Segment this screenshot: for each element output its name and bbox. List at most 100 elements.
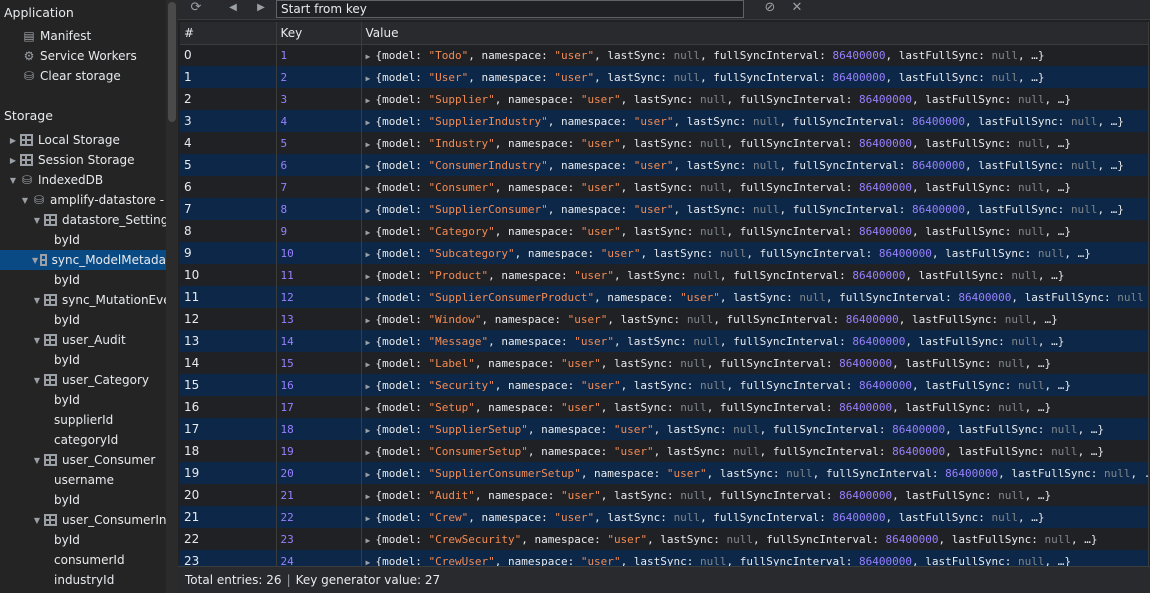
row-key[interactable]: 9 — [276, 220, 362, 242]
block-icon[interactable]: ⊘ — [762, 0, 778, 18]
table-row[interactable]: 14 15 ▶ {model: "Label", namespace: "user",… — [180, 352, 1149, 374]
row-key[interactable]: 18 — [276, 418, 362, 440]
table-row[interactable]: 8 9 ▶ {model: "Category", namespace: "user"… — [180, 220, 1149, 242]
expand-right-icon[interactable]: ▶ — [366, 272, 372, 281]
row-value[interactable]: ▶ {model: "Industry", namespace: "user", … — [361, 132, 1149, 154]
column-header-key[interactable]: Key — [276, 22, 362, 45]
expand-right-icon[interactable]: ▶ — [8, 136, 18, 145]
sidebar-item-sync-mutationeven[interactable]: ▼ sync_MutationEven — [32, 290, 166, 310]
row-value[interactable]: ▶ {model: "ConsumerSetup", namespace: "us… — [361, 440, 1149, 462]
column-header-index[interactable]: # — [180, 22, 277, 45]
expand-down-icon[interactable]: ▼ — [32, 456, 42, 465]
sidebar-scrollbar[interactable] — [166, 0, 178, 593]
table-row[interactable]: 6 7 ▶ {model: "Consumer", namespace: "user"… — [180, 176, 1149, 198]
sidebar-item-manifest[interactable]: ▤ Manifest — [22, 26, 91, 46]
sidebar-item-byid[interactable]: byId — [48, 490, 80, 510]
table-row[interactable]: 22 23 ▶ {model: "CrewSecurity", namespace: … — [180, 528, 1149, 550]
expand-right-icon[interactable]: ▶ — [366, 250, 372, 259]
row-key[interactable]: 11 — [276, 264, 362, 286]
table-row[interactable]: 2 3 ▶ {model: "Supplier", namespace: "user"… — [180, 88, 1149, 110]
row-key[interactable]: 22 — [276, 506, 362, 528]
table-row[interactable]: 4 5 ▶ {model: "Industry", namespace: "user"… — [180, 132, 1149, 154]
row-value[interactable]: ▶ {model: "SupplierConsumer", namespace: … — [361, 198, 1149, 220]
row-key[interactable]: 6 — [276, 154, 362, 176]
row-key[interactable]: 13 — [276, 308, 362, 330]
sidebar-item-consumerid[interactable]: consumerId — [48, 550, 125, 570]
expand-right-icon[interactable]: ▶ — [366, 118, 372, 127]
table-row[interactable]: 16 17 ▶ {model: "Setup", namespace: "user",… — [180, 396, 1149, 418]
row-key[interactable]: 23 — [276, 528, 362, 550]
expand-right-icon[interactable]: ▶ — [366, 140, 372, 149]
sidebar-item-datastore-setting[interactable]: ▼ datastore_Setting — [32, 210, 166, 230]
expand-right-icon[interactable]: ▶ — [366, 294, 372, 303]
triangle-left-icon[interactable]: ◀ — [226, 0, 240, 18]
sidebar-item-byid[interactable]: byId — [48, 310, 80, 330]
row-value[interactable]: ▶ {model: "Category", namespace: "user", … — [361, 220, 1149, 242]
sidebar-item-amplify-datastore-ht[interactable]: ▼⛁ amplify-datastore - ht — [20, 190, 166, 210]
table-row[interactable]: 21 22 ▶ {model: "Crew", namespace: "user", … — [180, 506, 1149, 528]
row-value[interactable]: ▶ {model: "Setup", namespace: "user", las… — [361, 396, 1149, 418]
table-row[interactable]: 5 6 ▶ {model: "ConsumerIndustry", namespace… — [180, 154, 1149, 176]
sidebar-item-categoryid[interactable]: categoryId — [48, 430, 118, 450]
table-row[interactable]: 1 2 ▶ {model: "User", namespace: "user", la… — [180, 66, 1149, 88]
table-row[interactable]: 15 16 ▶ {model: "Security", namespace: "use… — [180, 374, 1149, 396]
row-key[interactable]: 7 — [276, 176, 362, 198]
row-key[interactable]: 10 — [276, 242, 362, 264]
expand-right-icon[interactable]: ▶ — [366, 316, 372, 325]
expand-right-icon[interactable]: ▶ — [366, 404, 372, 413]
expand-right-icon[interactable]: ▶ — [366, 558, 372, 567]
sidebar-item-byid[interactable]: byId — [48, 230, 80, 250]
row-key[interactable]: 16 — [276, 374, 362, 396]
table-row[interactable]: 18 19 ▶ {model: "ConsumerSetup", namespace:… — [180, 440, 1149, 462]
expand-right-icon[interactable]: ▶ — [366, 514, 372, 523]
expand-right-icon[interactable]: ▶ — [366, 492, 372, 501]
row-value[interactable]: ▶ {model: "Crew", namespace: "user", last… — [361, 506, 1149, 528]
expand-right-icon[interactable]: ▶ — [366, 162, 372, 171]
expand-right-icon[interactable]: ▶ — [366, 74, 372, 83]
row-key[interactable]: 12 — [276, 286, 362, 308]
table-row[interactable]: 9 10 ▶ {model: "Subcategory", namespace: "u… — [180, 242, 1149, 264]
row-value[interactable]: ▶ {model: "Security", namespace: "user", … — [361, 374, 1149, 396]
table-row[interactable]: 19 20 ▶ {model: "SupplierConsumerSetup", na… — [180, 462, 1149, 484]
close-icon[interactable]: ✕ — [790, 0, 804, 18]
row-key[interactable]: 19 — [276, 440, 362, 462]
row-value[interactable]: ▶ {model: "Audit", namespace: "user", las… — [361, 484, 1149, 506]
row-key[interactable]: 17 — [276, 396, 362, 418]
table-row[interactable]: 7 8 ▶ {model: "SupplierConsumer", namespace… — [180, 198, 1149, 220]
expand-right-icon[interactable]: ▶ — [366, 338, 372, 347]
sidebar-item-sync-modelmetada[interactable]: ▼ sync_ModelMetada — [0, 250, 166, 270]
sidebar-item-byid[interactable]: byId — [48, 270, 80, 290]
refresh-icon[interactable]: ⟳ — [188, 0, 204, 18]
expand-down-icon[interactable]: ▼ — [32, 256, 38, 265]
table-row[interactable]: 13 14 ▶ {model: "Message", namespace: "user… — [180, 330, 1149, 352]
row-value[interactable]: ▶ {model: "User", namespace: "user", last… — [361, 66, 1149, 88]
expand-right-icon[interactable]: ▶ — [366, 96, 372, 105]
row-key[interactable]: 21 — [276, 484, 362, 506]
column-header-value[interactable]: Value — [361, 22, 1149, 45]
table-row[interactable]: 17 18 ▶ {model: "SupplierSetup", namespace:… — [180, 418, 1149, 440]
table-row[interactable]: 10 11 ▶ {model: "Product", namespace: "user… — [180, 264, 1149, 286]
row-value[interactable]: ▶ {model: "Todo", namespace: "user", last… — [361, 44, 1149, 66]
expand-right-icon[interactable]: ▶ — [366, 382, 372, 391]
row-key[interactable]: 5 — [276, 132, 362, 154]
sidebar-item-byid[interactable]: byId — [48, 390, 80, 410]
row-value[interactable]: ▶ {model: "CrewSecurity", namespace: "use… — [361, 528, 1149, 550]
expand-right-icon[interactable]: ▶ — [366, 52, 372, 61]
start-from-key-input[interactable] — [276, 0, 744, 18]
table-row[interactable]: 0 1 ▶ {model: "Todo", namespace: "user", la… — [180, 44, 1149, 66]
row-key[interactable]: 20 — [276, 462, 362, 484]
expand-right-icon[interactable]: ▶ — [366, 448, 372, 457]
row-value[interactable]: ▶ {model: "Consumer", namespace: "user", … — [361, 176, 1149, 198]
row-key[interactable]: 15 — [276, 352, 362, 374]
expand-down-icon[interactable]: ▼ — [32, 296, 42, 305]
row-key[interactable]: 4 — [276, 110, 362, 132]
sidebar-item-local-storage[interactable]: ▶ Local Storage — [8, 130, 120, 150]
sidebar-item-user-audit[interactable]: ▼ user_Audit — [32, 330, 126, 350]
row-value[interactable]: ▶ {model: "SupplierConsumerSetup", namesp… — [361, 462, 1149, 484]
row-value[interactable]: ▶ {model: "SupplierSetup", namespace: "us… — [361, 418, 1149, 440]
row-value[interactable]: ▶ {model: "SupplierConsumerProduct", name… — [361, 286, 1149, 308]
row-key[interactable]: 24 — [276, 550, 362, 566]
expand-down-icon[interactable]: ▼ — [32, 216, 42, 225]
expand-right-icon[interactable]: ▶ — [366, 228, 372, 237]
table-row[interactable]: 12 13 ▶ {model: "Window", namespace: "user"… — [180, 308, 1149, 330]
